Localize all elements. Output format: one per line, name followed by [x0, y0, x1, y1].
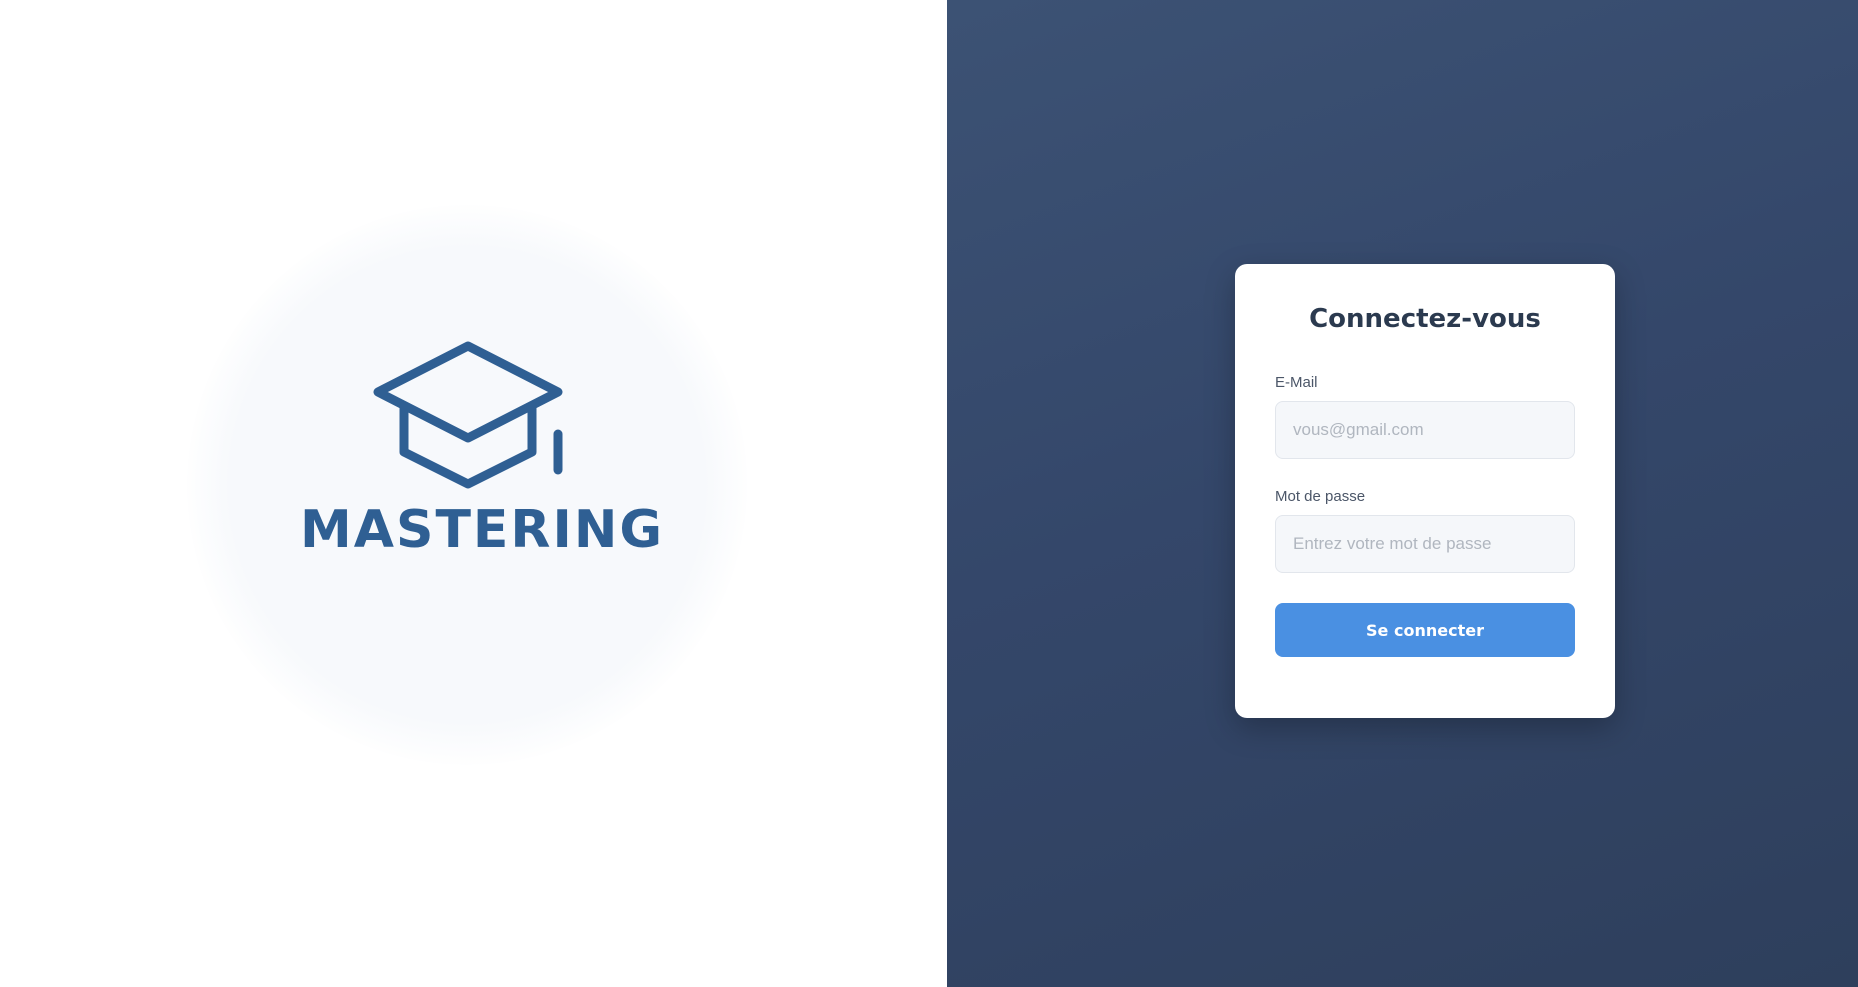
password-field[interactable] [1275, 515, 1575, 573]
login-page: MASTERING Connectez-vous E-Mail Mot de p… [0, 0, 1858, 987]
graduation-cap-icon [373, 341, 563, 489]
brand-logo: MASTERING [300, 330, 665, 570]
brand-name: MASTERING [300, 500, 665, 560]
login-title: Connectez-vous [1309, 304, 1541, 334]
login-card: Connectez-vous E-Mail Mot de passe Se co… [1235, 264, 1615, 718]
email-label: E-Mail [1275, 374, 1318, 391]
password-label: Mot de passe [1275, 488, 1366, 505]
branding-panel: MASTERING [0, 0, 947, 987]
login-panel: Connectez-vous E-Mail Mot de passe Se co… [947, 0, 1858, 987]
password-field-group: Mot de passe [1275, 488, 1575, 573]
email-field-group: E-Mail [1275, 374, 1575, 459]
email-field[interactable] [1275, 401, 1575, 459]
login-button[interactable]: Se connecter [1275, 603, 1575, 657]
